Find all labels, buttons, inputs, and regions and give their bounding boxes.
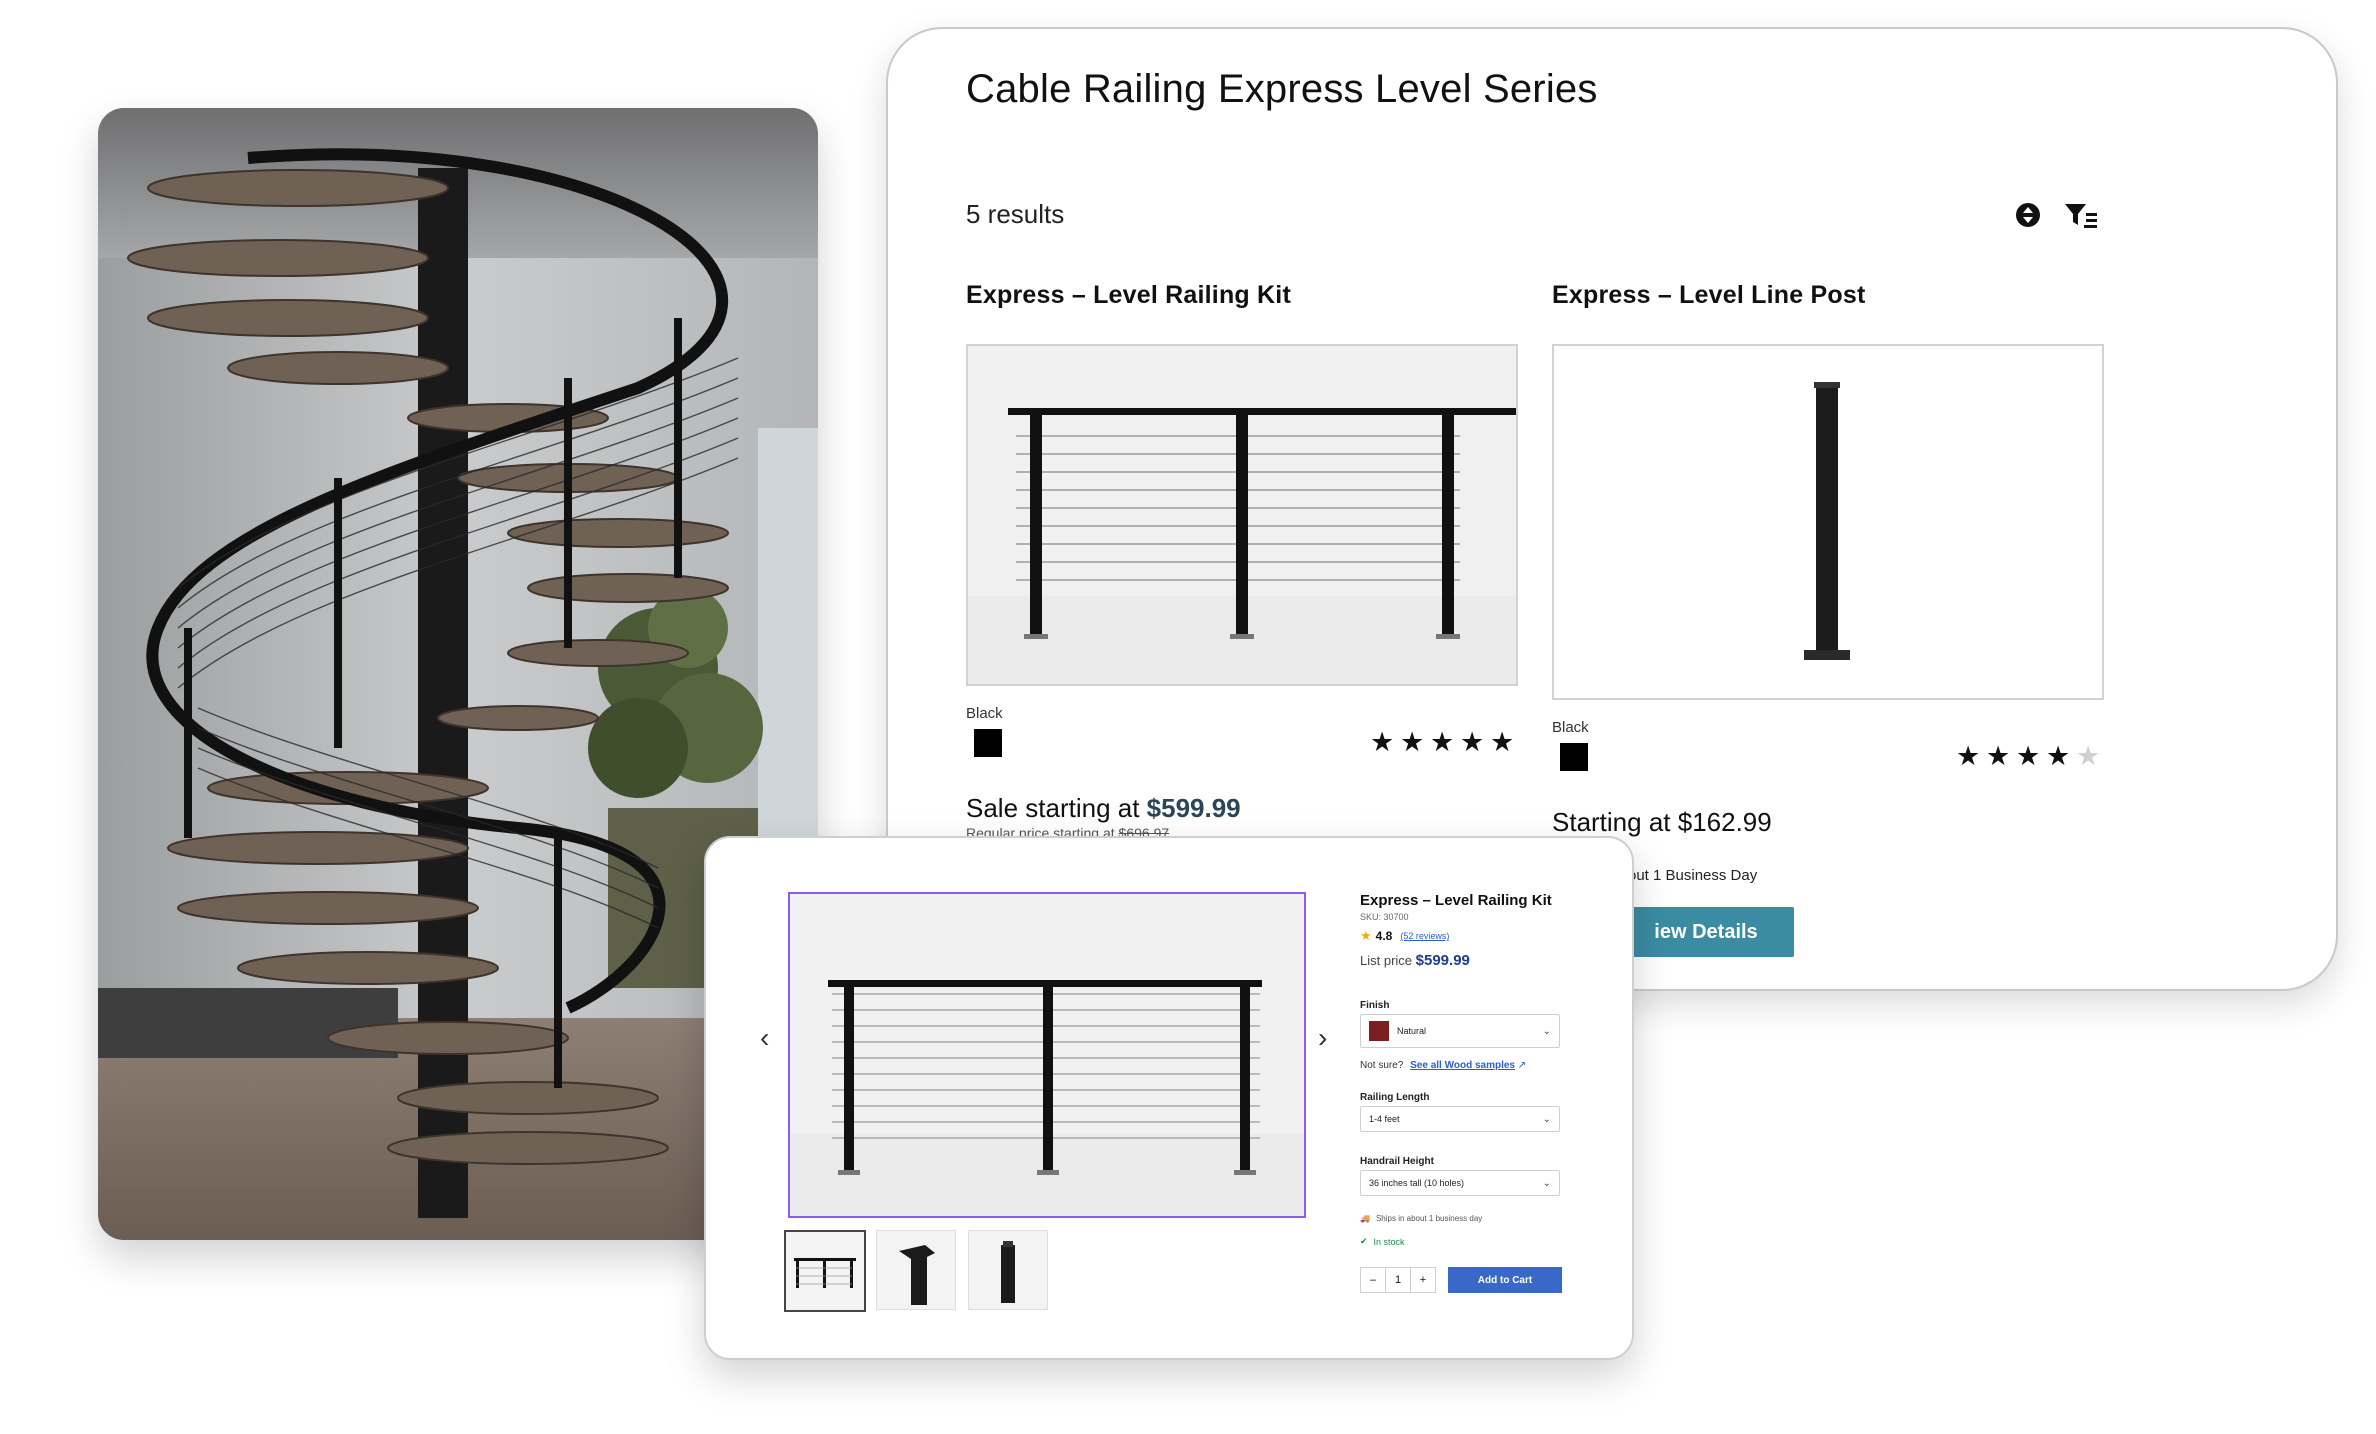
check-circle-icon: ✔ xyxy=(1360,1236,1368,1246)
color-swatch-black[interactable] xyxy=(974,729,1002,757)
handrail-height-label: Handrail Height xyxy=(1360,1156,1434,1167)
star-icon: ★ xyxy=(1490,727,1515,757)
detail-rating: ★ 4.8 (52 reviews) xyxy=(1360,928,1449,944)
list-price-label: List price xyxy=(1360,953,1413,968)
star-empty-icon: ★ xyxy=(2076,741,2101,771)
handrail-height-value: 36 inches tall (10 holes) xyxy=(1369,1178,1465,1188)
list-price-value: $599.99 xyxy=(1415,952,1470,969)
add-to-cart-button[interactable]: Add to Cart xyxy=(1448,1267,1562,1293)
star-icon: ★ xyxy=(1400,727,1425,757)
external-link-icon: ↗ xyxy=(1517,1060,1527,1071)
star-icon: ★ xyxy=(1956,741,1981,771)
product-image-railing-kit[interactable] xyxy=(966,344,1518,686)
rating-value: 4.8 xyxy=(1375,929,1393,943)
qty-input[interactable]: 1 xyxy=(1385,1268,1411,1292)
sale-price-value: $599.99 xyxy=(1146,793,1241,823)
list-price: List price $599.99 xyxy=(1360,952,1470,969)
results-count: 5 results xyxy=(966,199,1065,229)
sale-price-label: Sale starting at xyxy=(966,793,1147,823)
railing-length-value: 1-4 feet xyxy=(1369,1114,1400,1124)
star-icon: ★ xyxy=(1370,727,1395,757)
quantity-stepper: – 1 + xyxy=(1360,1267,1436,1293)
product-name-railing-kit[interactable]: Express – Level Railing Kit xyxy=(966,281,1291,310)
qty-minus-button[interactable]: – xyxy=(1361,1268,1385,1292)
rating-stars: ★ ★ ★ ★ ★ xyxy=(1370,729,1514,756)
starting-price: Starting at $162.99 xyxy=(1552,807,1772,837)
star-icon: ★ xyxy=(1986,741,2011,771)
finish-label: Black xyxy=(1552,719,1589,736)
main-product-image[interactable] xyxy=(788,892,1306,1218)
thumbnail-railing-kit[interactable] xyxy=(784,1230,866,1312)
chevron-down-icon: ⌄ xyxy=(1542,1113,1551,1125)
view-details-button[interactable]: iew Details xyxy=(1618,907,1794,957)
next-image-arrow-icon[interactable]: › xyxy=(1318,1024,1327,1052)
reviews-link[interactable]: (52 reviews) xyxy=(1400,931,1449,941)
star-icon: ★ xyxy=(1430,727,1455,757)
star-icon: ★ xyxy=(2046,741,2071,771)
wood-samples-link[interactable]: See all Wood samples xyxy=(1410,1060,1515,1071)
detail-product-title: Express – Level Railing Kit xyxy=(1360,892,1552,909)
rating-stars: ★ ★ ★ ★ ★ xyxy=(1956,743,2100,770)
qty-plus-button[interactable]: + xyxy=(1411,1268,1435,1292)
sale-price: Sale starting at $599.99 xyxy=(966,793,1241,824)
truck-icon: 🚚 xyxy=(1360,1214,1370,1223)
chevron-down-icon: ⌄ xyxy=(1542,1177,1551,1189)
shipping-text: Ships in about 1 business day xyxy=(1375,1214,1483,1223)
finish-label: Black xyxy=(966,705,1003,722)
star-icon: ★ xyxy=(1360,928,1372,943)
stock-text: In stock xyxy=(1373,1236,1405,1247)
product-name-line-post[interactable]: Express – Level Line Post xyxy=(1552,281,1865,310)
prev-image-arrow-icon[interactable]: ‹ xyxy=(760,1024,769,1052)
shipping-info: 🚚 Ships in about 1 business day xyxy=(1360,1214,1482,1223)
handrail-height-select[interactable]: 36 inches tall (10 holes) ⌄ xyxy=(1360,1170,1560,1196)
star-icon: ★ xyxy=(2016,741,2041,771)
railing-length-select[interactable]: 1-4 feet ⌄ xyxy=(1360,1106,1560,1132)
finish-value: Natural xyxy=(1397,1026,1427,1036)
wood-samples-hint: Not sure? See all Wood samples ↗ xyxy=(1360,1060,1526,1071)
star-icon: ★ xyxy=(1460,727,1485,757)
product-detail-panel: ‹ › Express – Level Railing Kit SKU: 307… xyxy=(704,836,1634,1360)
product-image-line-post[interactable] xyxy=(1552,344,2104,700)
railing-length-label: Railing Length xyxy=(1360,1092,1430,1103)
shipping-estimate: out 1 Business Day xyxy=(1628,867,1758,884)
chevron-down-icon: ⌄ xyxy=(1542,1025,1551,1037)
stock-status: ✔ In stock xyxy=(1360,1236,1405,1247)
sort-icon[interactable] xyxy=(2014,201,2042,229)
finish-color-swatch xyxy=(1369,1021,1389,1041)
filter-icon[interactable] xyxy=(2064,201,2098,229)
color-swatch-black[interactable] xyxy=(1560,743,1588,771)
detail-sku: SKU: 30700 xyxy=(1360,912,1409,922)
finish-select[interactable]: Natural ⌄ xyxy=(1360,1014,1560,1048)
thumbnail-post-top[interactable] xyxy=(876,1230,956,1310)
not-sure-text: Not sure? xyxy=(1360,1060,1404,1071)
finish-label: Finish xyxy=(1360,1000,1390,1011)
thumbnail-post[interactable] xyxy=(968,1230,1048,1310)
page-title: Cable Railing Express Level Series xyxy=(966,67,1598,111)
